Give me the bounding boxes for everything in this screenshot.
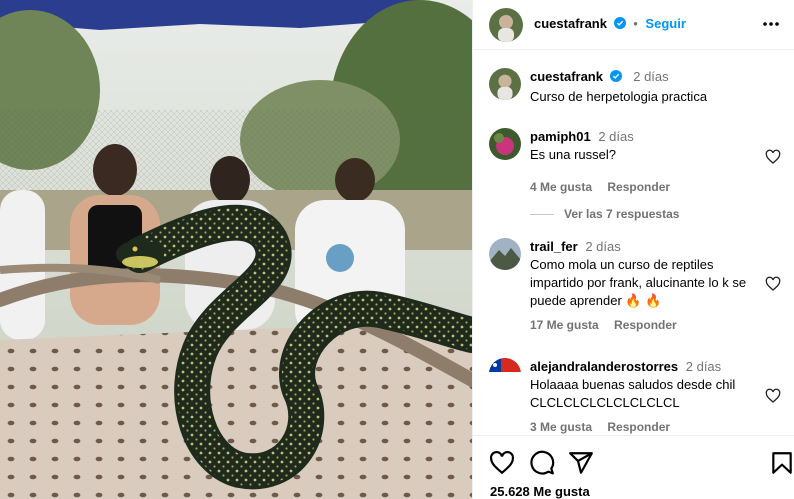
caption-username[interactable]: cuestafrank xyxy=(530,69,603,84)
comment-text-line2: CLCLCLCLCLCLCLCLCL xyxy=(530,395,680,410)
post-header: cuestafrank • Seguir xyxy=(473,0,794,50)
comment-likes[interactable]: 17 Me gusta xyxy=(530,318,599,332)
heart-icon[interactable] xyxy=(765,276,781,292)
post-side-panel: cuestafrank • Seguir cuestafrank 2 días … xyxy=(472,0,794,499)
comment-likes[interactable]: 3 Me gusta xyxy=(530,420,592,434)
author-avatar[interactable] xyxy=(489,8,523,42)
reply-button[interactable]: Responder xyxy=(614,318,677,332)
comment-username[interactable]: trail_fer xyxy=(530,239,578,254)
comment-text: Como mola un curso de reptiles impartido… xyxy=(530,257,747,308)
caption-text: Curso de herpetologia practica xyxy=(530,89,708,104)
view-replies-label: Ver las 7 respuestas xyxy=(564,207,680,221)
replies-line xyxy=(530,214,554,216)
comment-username[interactable]: pamiph01 xyxy=(530,129,591,144)
comment-username[interactable]: alejandralanderostorres xyxy=(530,359,678,374)
heart-icon[interactable] xyxy=(765,388,781,404)
action-bar: 25.628 Me gusta xyxy=(473,435,794,499)
heart-icon[interactable] xyxy=(765,149,781,165)
verified-badge-icon xyxy=(613,17,626,29)
caption-time[interactable]: 2 días xyxy=(633,69,668,84)
caption-avatar[interactable] xyxy=(489,68,521,100)
view-replies-button[interactable]: Ver las 7 respuestas xyxy=(530,207,679,221)
follow-button[interactable]: Seguir xyxy=(645,16,685,31)
more-options-icon[interactable] xyxy=(761,14,781,34)
verified-badge-icon xyxy=(609,70,622,82)
heart-icon[interactable] xyxy=(489,450,515,476)
author-username[interactable]: cuestafrank xyxy=(534,16,607,31)
comment-time[interactable]: 2 días xyxy=(585,239,620,254)
comment-avatar[interactable] xyxy=(489,358,521,390)
comment-time[interactable]: 2 días xyxy=(686,359,721,374)
share-icon[interactable] xyxy=(568,450,594,476)
comment-time[interactable]: 2 días xyxy=(598,129,633,144)
comment-likes[interactable]: 4 Me gusta xyxy=(530,180,592,194)
comment-avatar[interactable] xyxy=(489,238,521,270)
comment-icon[interactable] xyxy=(529,450,555,476)
comment-text: Es una russel? xyxy=(530,147,616,162)
snake-photo-illustration xyxy=(0,0,472,499)
separator-dot: • xyxy=(633,16,638,31)
comment-text: Holaaaa buenas saludos desde chil xyxy=(530,377,736,392)
post-photo xyxy=(0,0,472,499)
bookmark-icon[interactable] xyxy=(769,450,794,476)
comments-list[interactable]: cuestafrank 2 días Curso de herpetologia… xyxy=(473,51,794,435)
reply-button[interactable]: Responder xyxy=(607,180,670,194)
like-count[interactable]: 25.628 Me gusta xyxy=(490,484,590,499)
comment-avatar[interactable] xyxy=(489,128,521,160)
reply-button[interactable]: Responder xyxy=(607,420,670,434)
header-user-line: cuestafrank • Seguir xyxy=(534,16,686,31)
